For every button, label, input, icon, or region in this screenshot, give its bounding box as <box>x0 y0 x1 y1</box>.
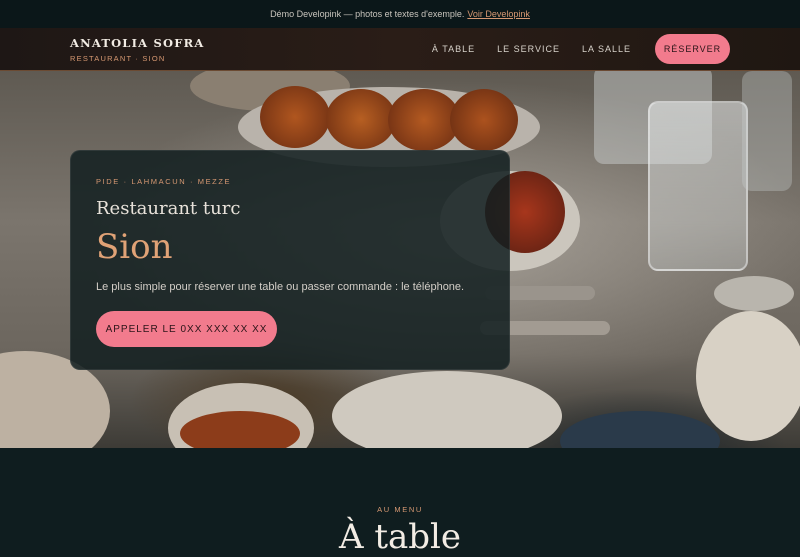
main-nav: À TABLE LE SERVICE LA SALLE RÉSERVER <box>432 34 730 64</box>
hero-description: Le plus simple pour réserver une table o… <box>96 281 465 293</box>
nav-link-le-service[interactable]: LE SERVICE <box>497 44 560 54</box>
hero-section: PIDE · LAHMACUN · MEZZE Restaurant turc … <box>0 71 800 448</box>
brand-logo[interactable]: ANATOLIA SOFRA RESTAURANT · SION <box>70 36 204 63</box>
demo-banner-text: Démo Developink — photos et textes d'exe… <box>270 9 465 19</box>
brand-subtitle: RESTAURANT · SION <box>70 53 166 63</box>
demo-banner: Démo Developink — photos et textes d'exe… <box>0 0 800 28</box>
menu-title: À table <box>338 517 462 557</box>
menu-section: AU MENU À table <box>0 448 800 554</box>
brand-name: ANATOLIA SOFRA <box>70 35 205 50</box>
nav-link-a-table[interactable]: À TABLE <box>432 44 475 54</box>
menu-kicker: AU MENU <box>377 505 423 514</box>
hero-kicker: PIDE · LAHMACUN · MEZZE <box>96 177 232 186</box>
reserve-button[interactable]: RÉSERVER <box>655 34 730 64</box>
nav-link-la-salle[interactable]: LA SALLE <box>582 44 631 54</box>
call-button[interactable]: APPELER LE 0XX XXX XX XX <box>96 311 277 347</box>
developink-link[interactable]: Voir Developink <box>467 9 530 19</box>
hero-card: PIDE · LAHMACUN · MEZZE Restaurant turc … <box>70 150 510 370</box>
site-header: ANATOLIA SOFRA RESTAURANT · SION À TABLE… <box>0 28 800 71</box>
hero-title: Restaurant turc <box>96 198 241 219</box>
hero-city: Sion <box>96 227 173 267</box>
